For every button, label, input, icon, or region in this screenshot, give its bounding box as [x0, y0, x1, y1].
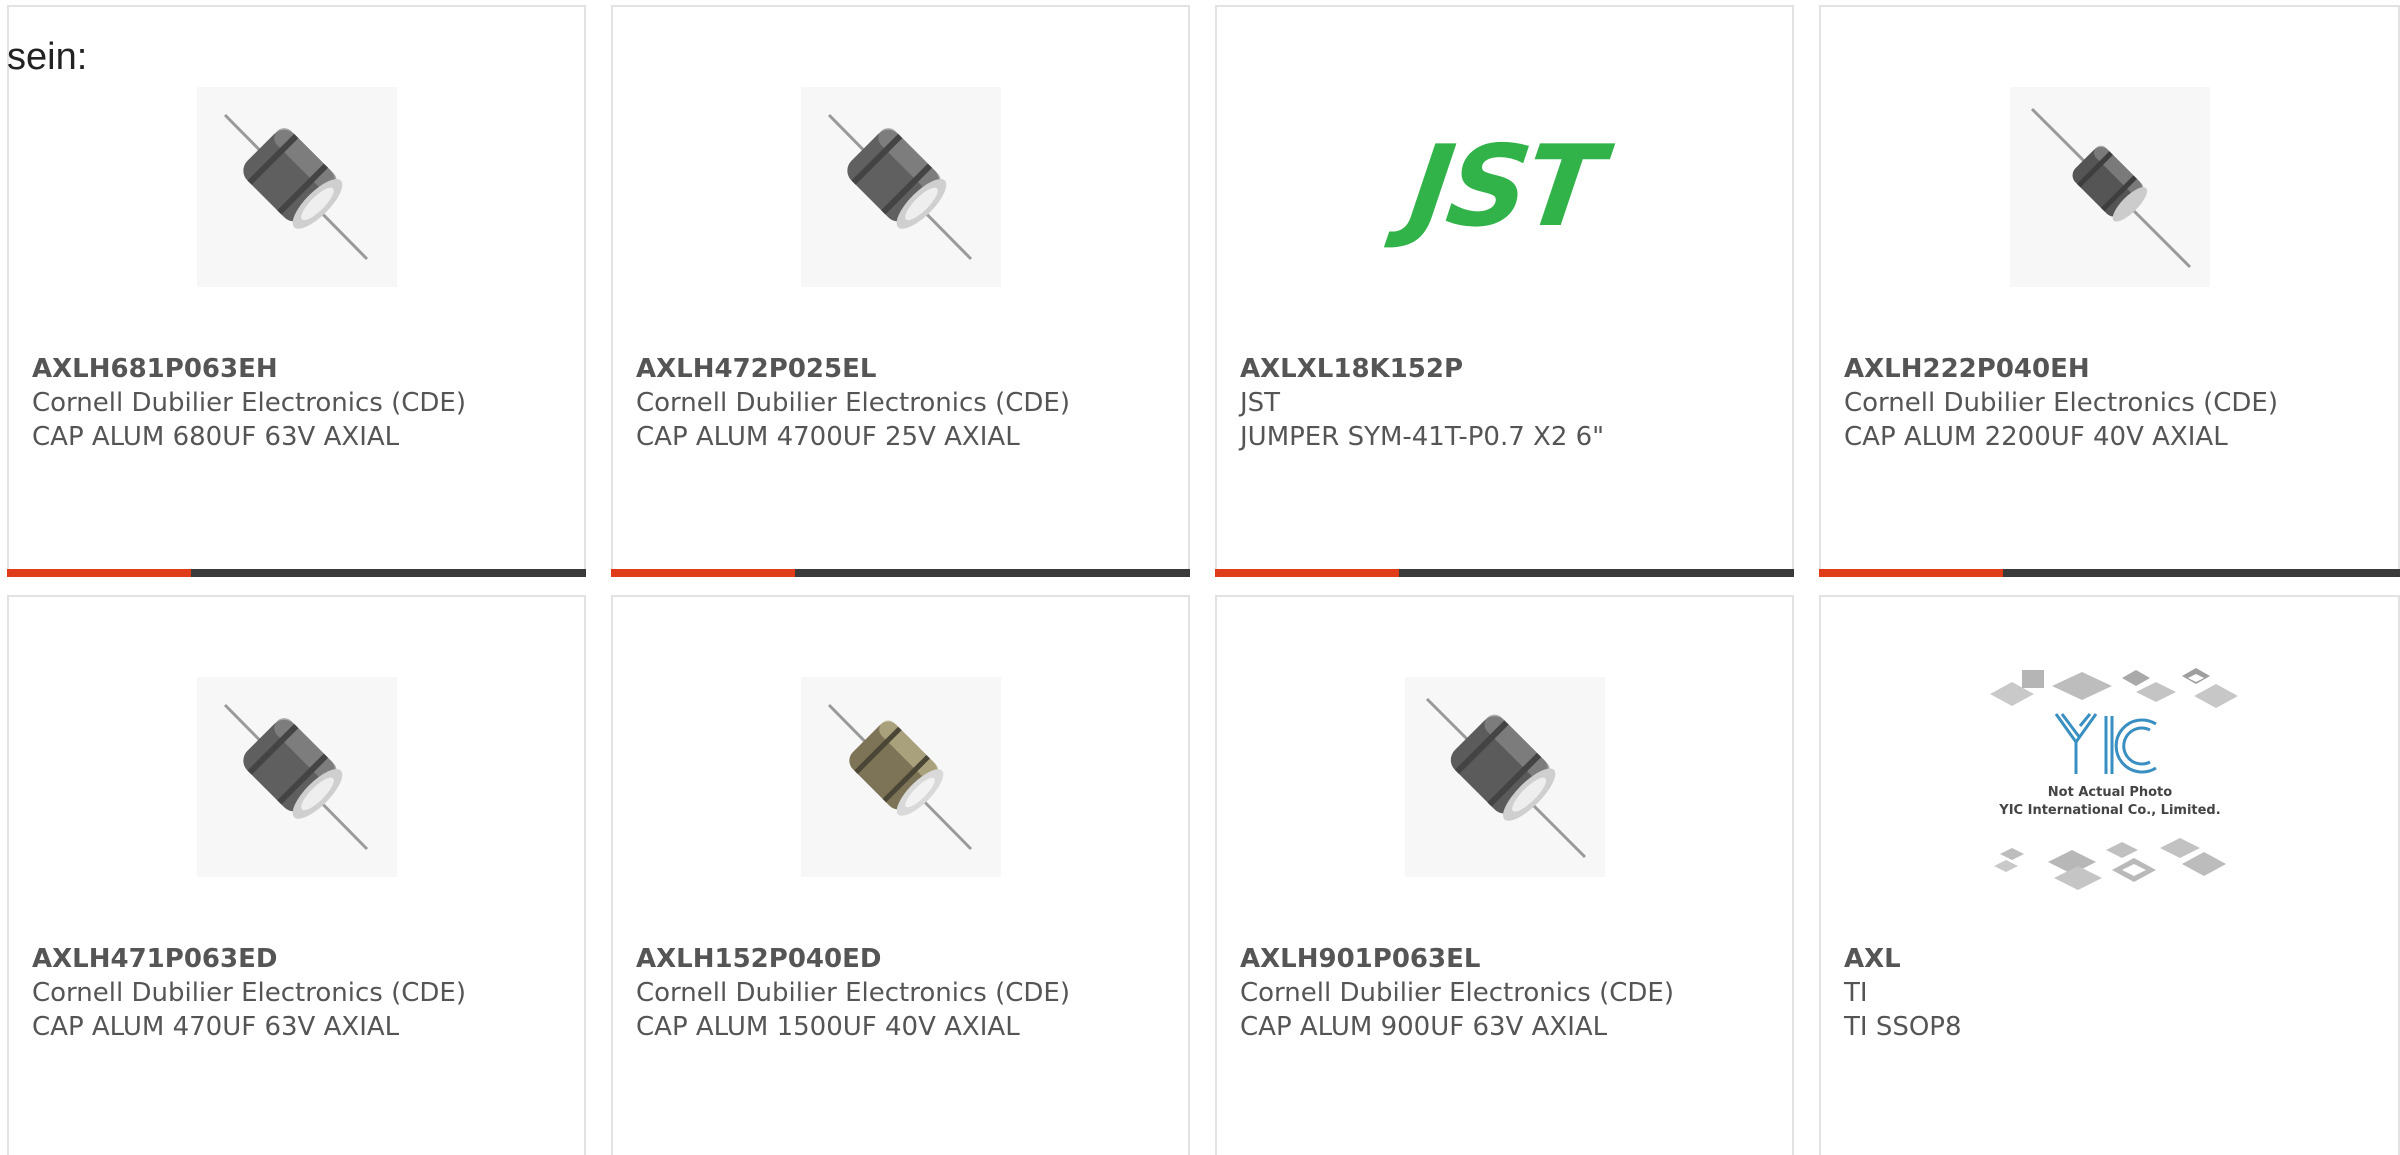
product-card[interactable]: AXLH471P063ED Cornell Dubilier Electroni…	[7, 595, 586, 1155]
part-number[interactable]: AXLH901P063EL	[1240, 942, 1772, 976]
manufacturer: JST	[1240, 388, 1281, 418]
description: CAP ALUM 900UF 63V AXIAL	[1240, 1012, 1608, 1042]
description: CAP ALUM 4700UF 25V AXIAL	[636, 422, 1020, 452]
product-grid-page: sein: AXLH681P063EH Cornell Dubilier Ele…	[0, 0, 2400, 1155]
product-image[interactable]	[1821, 67, 2398, 307]
yic-placeholder-image: Not Actual Photo YIC International Co., …	[1989, 668, 2238, 890]
description: CAP ALUM 470UF 63V AXIAL	[32, 1012, 400, 1042]
card-accent-bar	[1819, 569, 2003, 577]
manufacturer: Cornell Dubilier Electronics (CDE)	[32, 388, 466, 418]
card-accent-bar	[611, 569, 795, 577]
part-number[interactable]: AXLH222P040EH	[1844, 352, 2378, 386]
product-info: AXLH681P063EH Cornell Dubilier Electroni…	[32, 352, 564, 454]
axial-capacitor-icon	[2009, 87, 2210, 287]
product-image[interactable]	[9, 657, 584, 897]
manufacturer: Cornell Dubilier Electronics (CDE)	[32, 978, 466, 1008]
axial-capacitor-icon	[800, 677, 1001, 877]
product-card[interactable]: AXLH681P063EH Cornell Dubilier Electroni…	[7, 5, 586, 577]
product-info: AXLH901P063EL Cornell Dubilier Electroni…	[1240, 942, 1772, 1044]
placeholder-line-1: Not Actual Photo	[2047, 785, 2171, 800]
axial-capacitor-icon	[1404, 677, 1605, 877]
product-card[interactable]: AXLH472P025EL Cornell Dubilier Electroni…	[611, 5, 1190, 577]
placeholder-line-2: YIC International Co., Limited.	[1998, 803, 2220, 818]
description: CAP ALUM 680UF 63V AXIAL	[32, 422, 400, 452]
manufacturer: Cornell Dubilier Electronics (CDE)	[1240, 978, 1674, 1008]
product-info: AXL TI TI SSOP8	[1844, 942, 2378, 1044]
product-image[interactable]	[9, 67, 584, 307]
product-card[interactable]: Not Actual Photo YIC International Co., …	[1819, 595, 2400, 1155]
manufacturer: Cornell Dubilier Electronics (CDE)	[636, 388, 1070, 418]
intro-text: sein:	[7, 36, 88, 78]
part-number[interactable]: AXLH471P063ED	[32, 942, 564, 976]
axial-capacitor-icon	[196, 677, 397, 877]
product-image[interactable]: JST	[1217, 67, 1792, 307]
product-info: AXLH471P063ED Cornell Dubilier Electroni…	[32, 942, 564, 1044]
card-bottom-bar	[611, 569, 1190, 577]
card-bottom-bar	[1215, 569, 1794, 577]
part-number[interactable]: AXLH472P025EL	[636, 352, 1168, 386]
manufacturer: Cornell Dubilier Electronics (CDE)	[636, 978, 1070, 1008]
product-image[interactable]	[613, 67, 1188, 307]
part-number[interactable]: AXLXL18K152P	[1240, 352, 1772, 386]
description: CAP ALUM 2200UF 40V AXIAL	[1844, 422, 2228, 452]
product-image[interactable]	[613, 657, 1188, 897]
manufacturer: Cornell Dubilier Electronics (CDE)	[1844, 388, 2278, 418]
product-card[interactable]: JST AXLXL18K152P JST JUMPER SYM-41T-P0.7…	[1215, 5, 1794, 577]
description: JUMPER SYM-41T-P0.7 X2 6"	[1240, 422, 1605, 452]
part-number[interactable]: AXLH681P063EH	[32, 352, 564, 386]
product-image[interactable]: Not Actual Photo YIC International Co., …	[1821, 657, 2398, 897]
product-card[interactable]: AXLH152P040ED Cornell Dubilier Electroni…	[611, 595, 1190, 1155]
product-info: AXLH472P025EL Cornell Dubilier Electroni…	[636, 352, 1168, 454]
product-info: AXLXL18K152P JST JUMPER SYM-41T-P0.7 X2 …	[1240, 352, 1772, 454]
yic-logo	[2054, 713, 2157, 774]
product-info: AXLH222P040EH Cornell Dubilier Electroni…	[1844, 352, 2378, 454]
axial-capacitor-icon	[196, 87, 397, 287]
card-accent-bar	[1215, 569, 1399, 577]
product-info: AXLH152P040ED Cornell Dubilier Electroni…	[636, 942, 1168, 1044]
part-number[interactable]: AXL	[1844, 942, 2378, 976]
description: TI SSOP8	[1844, 1012, 1962, 1042]
axial-capacitor-icon	[800, 87, 1001, 287]
jst-logo: JST	[1401, 122, 1607, 252]
description: CAP ALUM 1500UF 40V AXIAL	[636, 1012, 1020, 1042]
product-image[interactable]	[1217, 657, 1792, 897]
product-card[interactable]: AXLH901P063EL Cornell Dubilier Electroni…	[1215, 595, 1794, 1155]
part-number[interactable]: AXLH152P040ED	[636, 942, 1168, 976]
manufacturer: TI	[1844, 978, 1868, 1008]
card-bottom-bar	[1819, 569, 2400, 577]
card-accent-bar	[7, 569, 191, 577]
product-card[interactable]: AXLH222P040EH Cornell Dubilier Electroni…	[1819, 5, 2400, 577]
card-bottom-bar	[7, 569, 586, 577]
